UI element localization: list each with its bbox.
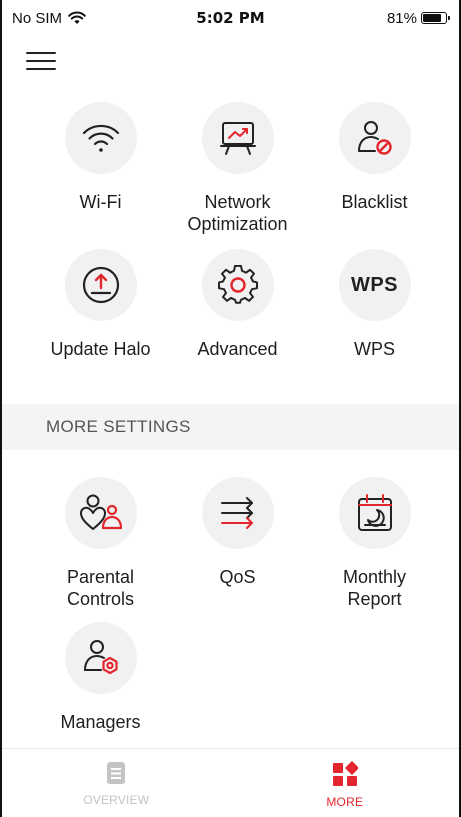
tile-icon-circle — [201, 477, 274, 549]
tile-wifi[interactable]: Wi-Fi — [32, 102, 169, 235]
tile-parental-controls[interactable]: Parental Controls — [32, 477, 169, 610]
status-right: 81% — [386, 9, 450, 27]
tile-icon-circle — [338, 477, 411, 549]
tile-qos[interactable]: QoS — [169, 477, 306, 610]
wps-icon: WPS — [350, 273, 399, 296]
menu-line — [26, 68, 56, 70]
more-settings-header: MORE SETTINGS — [2, 404, 459, 450]
battery-fill — [423, 14, 441, 22]
tile-icon-circle — [201, 102, 274, 174]
tile-label: WPS — [353, 339, 395, 359]
tile-icon-circle — [201, 249, 274, 321]
main-tiles-grid: Wi-Fi Network Optimization Blacklist Upd… — [32, 102, 442, 360]
tile-label: Parental Controls — [66, 567, 135, 609]
tile-icon-circle — [64, 249, 137, 321]
tile-icon-circle — [64, 477, 137, 549]
monthly-report-icon — [357, 494, 392, 531]
update-icon — [82, 266, 119, 304]
tile-icon-circle — [64, 622, 137, 694]
hamburger-icon[interactable] — [26, 50, 56, 72]
tab-label: MORE — [326, 795, 364, 809]
more-settings-grid: Parental Controls QoS Monthly Report Man… — [32, 477, 442, 733]
battery-percent: 81% — [386, 9, 417, 27]
menu-line — [26, 60, 56, 62]
tile-icon-circle — [338, 102, 411, 174]
tab-more[interactable]: MORE — [231, 749, 460, 817]
tile-icon-circle: WPS — [338, 249, 411, 321]
tab-label: OVERVIEW — [83, 793, 150, 807]
more-icon — [332, 761, 358, 786]
tile-label: Managers — [60, 712, 141, 732]
bottom-tab-bar: OVERVIEW MORE — [2, 748, 459, 817]
tile-managers[interactable]: Managers — [32, 622, 169, 733]
tile-blacklist[interactable]: Blacklist — [306, 102, 443, 235]
tile-advanced[interactable]: Advanced — [169, 249, 306, 360]
tile-wps[interactable]: WPS WPS — [306, 249, 443, 360]
gear-icon — [217, 265, 258, 304]
section-title: MORE SETTINGS — [46, 417, 191, 436]
status-bar: No SIM 5:02 PM 81% — [2, 0, 459, 36]
tile-network-optimization[interactable]: Network Optimization — [169, 102, 306, 235]
wifi-icon — [82, 124, 119, 152]
tile-label: Monthly Report — [342, 567, 407, 609]
network-optimization-icon — [219, 122, 256, 155]
menu-line — [26, 52, 56, 54]
tile-label: QoS — [219, 567, 256, 587]
tab-overview[interactable]: OVERVIEW — [2, 749, 231, 817]
tile-monthly-report[interactable]: Monthly Report — [306, 477, 443, 610]
wifi-signal-icon — [68, 11, 86, 24]
tile-label: Advanced — [197, 339, 278, 359]
tile-icon-circle — [64, 102, 137, 174]
battery-icon — [421, 12, 450, 24]
status-left: No SIM — [12, 10, 86, 27]
tile-label: Update Halo — [50, 339, 151, 359]
overview-icon — [107, 762, 126, 784]
blacklist-icon — [357, 121, 392, 155]
tile-label: Network Optimization — [187, 192, 288, 234]
qos-icon — [220, 497, 253, 529]
parental-controls-icon — [79, 494, 122, 530]
managers-icon — [83, 640, 118, 675]
carrier-label: No SIM — [12, 9, 63, 27]
tile-label: Blacklist — [341, 192, 408, 212]
tile-label: Wi-Fi — [79, 192, 122, 212]
tile-update-halo[interactable]: Update Halo — [32, 249, 169, 360]
app-screen: No SIM 5:02 PM 81% Wi-Fi Network Optimiz… — [0, 0, 461, 817]
